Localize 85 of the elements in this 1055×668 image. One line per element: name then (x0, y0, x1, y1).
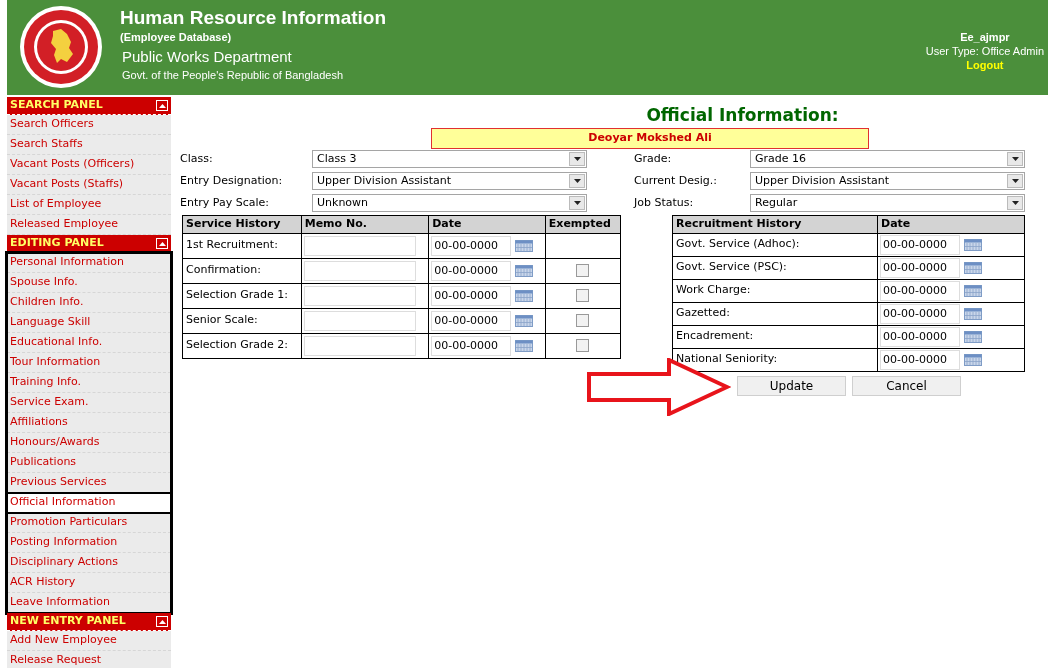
row-label: Confirmation: (182, 258, 302, 283)
memo-field[interactable] (303, 285, 416, 306)
collapse-icon[interactable] (156, 100, 168, 111)
exempted-checkbox[interactable] (576, 289, 590, 302)
field-label: Entry Pay Scale: (180, 194, 270, 211)
cancel-button[interactable]: Cancel (852, 375, 961, 396)
column-header: Service History (182, 215, 302, 233)
calendar-icon[interactable] (964, 330, 982, 343)
field-label: Job Status: (634, 194, 695, 211)
sidebar-item[interactable]: Search Staffs (7, 135, 171, 155)
row-label: Govt. Service (Adhoc): (672, 233, 878, 256)
calendar-icon[interactable] (964, 261, 982, 274)
memo-field[interactable] (303, 335, 416, 356)
row-label: Selection Grade 1: (182, 283, 302, 308)
exempted-checkbox[interactable] (576, 314, 590, 327)
row-label: Work Charge: (672, 279, 878, 302)
date-field[interactable]: 00-00-0000 (880, 326, 960, 347)
calendar-icon[interactable] (515, 264, 534, 277)
collapse-icon[interactable] (156, 238, 168, 249)
calendar-icon[interactable] (964, 284, 982, 297)
calendar-icon[interactable] (515, 289, 534, 302)
app-title: Human Resource Information (120, 6, 387, 30)
column-header: Date (428, 215, 546, 233)
memo-field[interactable] (303, 235, 416, 256)
calendar-icon[interactable] (964, 307, 982, 320)
date-field[interactable]: 00-00-0000 (880, 349, 960, 370)
government-name: Govt. of the People's Republic of Bangladesh (122, 68, 345, 83)
exempted-checkbox[interactable] (576, 339, 590, 352)
date-field[interactable]: 00-00-0000 (431, 235, 512, 256)
sidebar-item[interactable]: Released Employee (7, 215, 171, 235)
app-subtitle: (Employee Database) (120, 30, 233, 44)
dropdown-field[interactable]: Class 3 (312, 150, 587, 168)
department-name: Public Works Department (122, 47, 293, 67)
exempted-checkbox[interactable] (576, 264, 590, 277)
date-field[interactable]: 00-00-0000 (880, 234, 960, 255)
date-field[interactable]: 00-00-0000 (431, 335, 512, 356)
field-label: Entry Designation: (180, 172, 284, 189)
dropdown-field[interactable]: Regular (750, 194, 1025, 212)
collapse-icon[interactable] (156, 616, 168, 627)
sidebar-item[interactable]: Vacant Posts (Staffs) (7, 175, 171, 195)
column-header: Exempted (545, 215, 621, 233)
sidebar-item[interactable]: Search Officers (7, 115, 171, 135)
date-field[interactable]: 00-00-0000 (431, 310, 512, 331)
panel-title: EDITING PANEL (10, 235, 104, 252)
column-header: Memo No. (301, 215, 429, 233)
panel-title: NEW ENTRY PANEL (10, 613, 126, 630)
field-label: Current Desig.: (634, 172, 719, 189)
row-label: Encadrement: (672, 325, 878, 348)
field-label: Class: (180, 150, 214, 167)
row-label: Selection Grade 2: (182, 333, 302, 358)
date-field[interactable]: 00-00-0000 (431, 260, 512, 281)
sidebar-item[interactable]: Add New Employee (7, 631, 171, 651)
sidebar-item[interactable]: Official Information (7, 493, 171, 513)
page-title: Official Information: (645, 104, 840, 126)
calendar-icon[interactable] (964, 238, 982, 251)
dropdown-field[interactable]: Unknown (312, 194, 587, 212)
user-type: User Type: Office Admin (925, 44, 1044, 58)
column-header: Recruitment History (672, 215, 878, 233)
row-label: 1st Recruitment: (182, 233, 302, 258)
calendar-icon[interactable] (515, 339, 534, 352)
date-field[interactable]: 00-00-0000 (431, 285, 512, 306)
column-header: Date (877, 215, 1025, 233)
user-name: Ee_ajmpr (960, 30, 1010, 44)
sidebar-item[interactable]: Vacant Posts (Officers) (7, 155, 171, 175)
dropdown-field[interactable]: Upper Division Assistant (312, 172, 587, 190)
employee-name-banner: Deoyar Mokshed Ali (431, 128, 869, 149)
row-label: Gazetted: (672, 302, 878, 325)
dropdown-field[interactable]: Upper Division Assistant (750, 172, 1025, 190)
date-field[interactable]: 00-00-0000 (880, 280, 960, 301)
dropdown-field[interactable]: Grade 16 (750, 150, 1025, 168)
calendar-icon[interactable] (515, 314, 534, 327)
update-button[interactable]: Update (737, 375, 846, 396)
sidebar-item[interactable]: Release Request (7, 651, 171, 668)
sidebar-item[interactable]: List of Employee (7, 195, 171, 215)
memo-field[interactable] (303, 260, 416, 281)
date-field[interactable]: 00-00-0000 (880, 257, 960, 278)
calendar-icon[interactable] (515, 239, 534, 252)
memo-field[interactable] (303, 310, 416, 331)
field-label: Grade: (634, 150, 673, 167)
logout-link[interactable]: Logout (966, 58, 1004, 72)
calendar-icon[interactable] (964, 353, 982, 366)
row-label: Senior Scale: (182, 308, 302, 333)
row-label: Govt. Service (PSC): (672, 256, 878, 279)
date-field[interactable]: 00-00-0000 (880, 303, 960, 324)
panel-title: SEARCH PANEL (10, 97, 103, 114)
